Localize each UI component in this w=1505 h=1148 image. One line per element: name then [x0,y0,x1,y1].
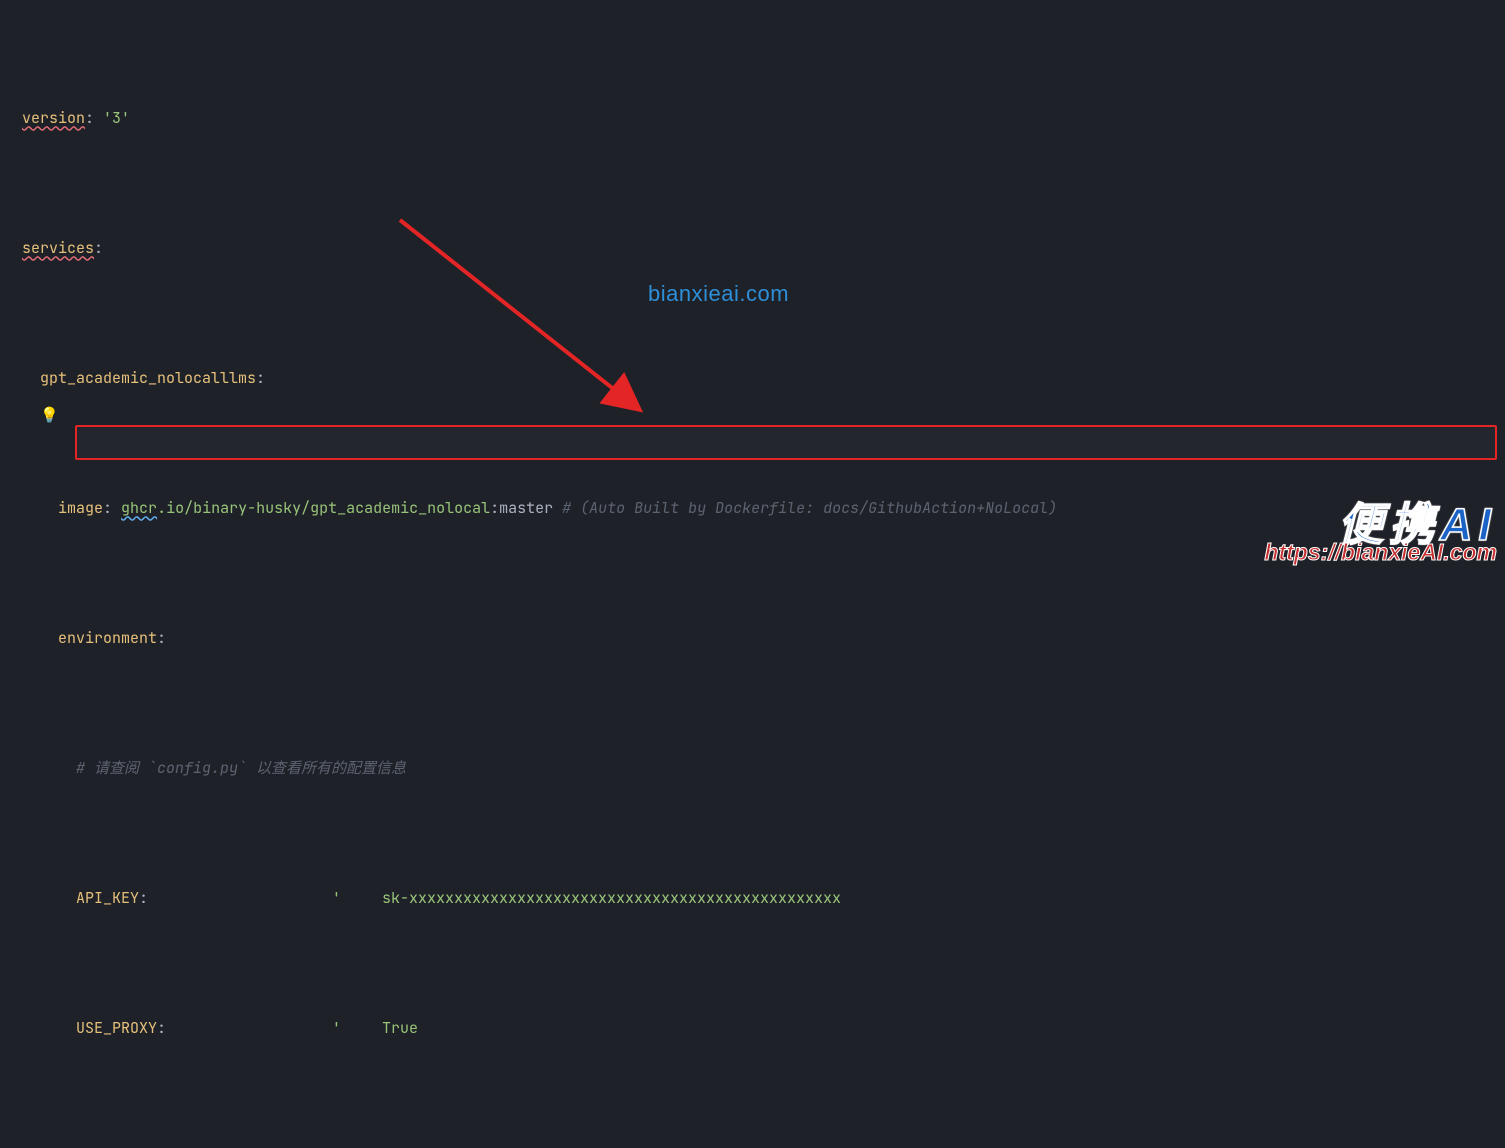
code-line: gpt_academic_nolocalllms: [22,362,1505,395]
code-line: API_KEY:'sk-xxxxxxxxxxxxxxxxxxxxxxxxxxxx… [22,882,1505,915]
code-line: version: '3' [22,102,1505,135]
code-line: USE_PROXY:'True [22,1012,1505,1045]
code-editor[interactable]: version: '3' services: gpt_academic_nolo… [0,0,1505,1148]
code-line: environment: [22,622,1505,655]
code-line: services: [22,232,1505,265]
code-line: proxies:'{ "http": "socks5h://localhost:… [22,1142,1505,1148]
code-line: image: ghcr.io/binary-husky/gpt_academic… [22,492,1505,525]
lightbulb-icon[interactable]: 💡 [40,399,59,432]
code-line: # 请查阅 `config.py` 以查看所有的配置信息 [22,752,1505,785]
